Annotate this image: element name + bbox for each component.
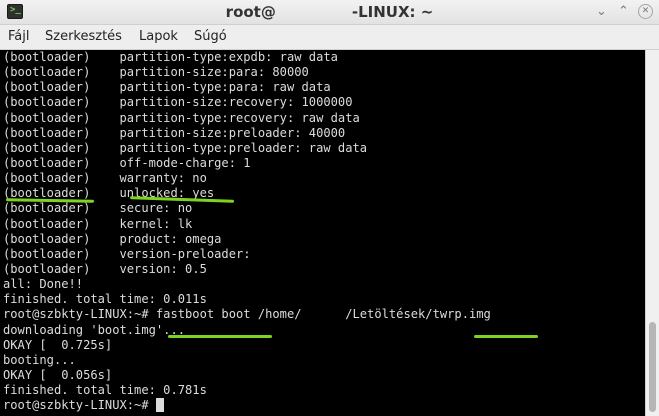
terminal-line: finished. total time: 0.781s <box>3 383 207 398</box>
terminal-line: (bootloader) partition-type:expdb: raw d… <box>3 50 338 64</box>
terminal-line: (bootloader) partition-size:preloader: 4… <box>3 125 346 140</box>
title-prefix: root@ <box>225 3 276 21</box>
maximize-icon[interactable]: ⌃ <box>616 4 631 19</box>
terminal-output[interactable]: (bootloader) partition-type:expdb: raw d… <box>0 50 645 416</box>
vertical-scrollbar[interactable] <box>645 50 659 416</box>
terminal-line: (bootloader) kernel: lk <box>3 216 193 231</box>
menu-tabs[interactable]: Lapok <box>139 25 178 49</box>
menu-file[interactable]: Fájl <box>8 25 29 49</box>
title-suffix: -LINUX: ~ <box>351 3 434 21</box>
window-title: root@ -LINUX: ~ <box>0 0 659 24</box>
terminal-line: all: Done!! <box>3 277 84 292</box>
highlight-underline-fastboot-boot <box>168 335 272 338</box>
terminal-line: root@szbkty-LINUX:~# fastboot boot /home… <box>3 307 491 322</box>
terminal-line: (bootloader) version-preloader: <box>3 246 251 261</box>
minimize-icon[interactable]: ⌄ <box>594 4 609 19</box>
terminal-line: (bootloader) partition-type:recovery: ra… <box>3 110 360 125</box>
terminal-line: (bootloader) partition-type:para: raw da… <box>3 80 331 95</box>
terminal-line: (bootloader) warranty: no <box>3 171 207 186</box>
terminal-prompt-line: root@szbkty-LINUX:~# <box>0 398 645 413</box>
terminal-window: >_ root@ -LINUX: ~ ⌄ ⌃ ✕ Fájl Szerkesztés… <box>0 0 659 416</box>
terminal-line: OKAY [ 0.725s] <box>3 337 113 352</box>
terminal-line: (bootloader) partition-type:preloader: r… <box>3 140 368 155</box>
terminal-line: (bootloader) version: 0.5 <box>3 261 207 276</box>
terminal-line: (bootloader) unlocked: yes <box>3 186 215 201</box>
highlight-underline-twrp-img <box>474 335 538 338</box>
terminal-line: (bootloader) product: omega <box>3 231 222 246</box>
terminal-line: OKAY [ 0.056s] <box>3 367 113 382</box>
menu-help[interactable]: Súgó <box>194 25 227 49</box>
text-cursor <box>155 398 164 413</box>
terminal-line: (bootloader) secure: no <box>3 201 193 216</box>
title-bar[interactable]: >_ root@ -LINUX: ~ ⌄ ⌃ ✕ <box>0 0 659 25</box>
prompt-text: root@szbkty-LINUX:~# <box>3 398 156 413</box>
menu-bar: Fájl Szerkesztés Lapok Súgó <box>0 25 659 50</box>
close-icon[interactable]: ✕ <box>638 4 653 19</box>
terminal-line: (bootloader) partition-size:recovery: 10… <box>3 95 353 110</box>
terminal-line: finished. total time: 0.011s <box>3 292 207 307</box>
menu-edit[interactable]: Szerkesztés <box>45 25 122 49</box>
terminal-line: (bootloader) off-mode-charge: 1 <box>3 155 251 170</box>
redacted-hostname <box>276 5 352 19</box>
scrollbar-thumb[interactable] <box>649 322 656 412</box>
terminal-line: booting... <box>3 352 76 367</box>
terminal-line: downloading 'boot.img'... <box>3 322 186 337</box>
terminal-line: (bootloader) partition-size:para: 80000 <box>3 65 309 80</box>
